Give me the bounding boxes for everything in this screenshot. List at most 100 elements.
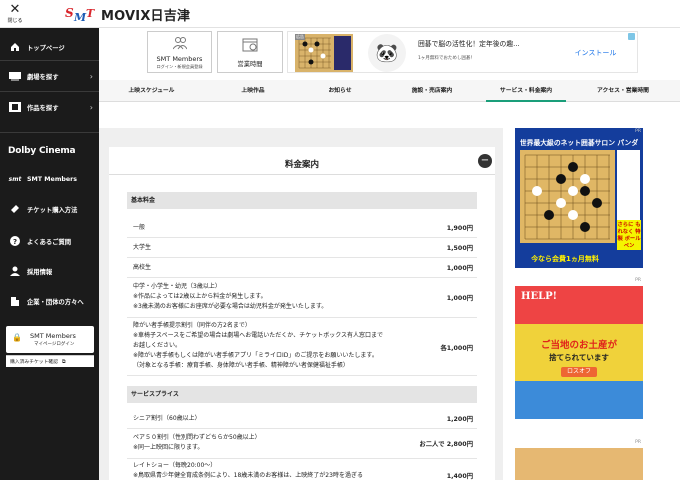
price-label: 一般	[133, 224, 146, 231]
close-icon: ✕	[9, 2, 21, 17]
sidebar-item-corporate[interactable]: 企業・団体の方々へ	[0, 290, 99, 312]
price-label: ペア５０割引（性別問わずどちらか50歳以上）	[133, 434, 261, 441]
price-value: お二人で 2,800円	[419, 441, 473, 448]
price-label: 大学生	[133, 244, 152, 251]
tab-service-pricing[interactable]: サービス・料金案内	[486, 80, 566, 102]
adchoices-icon[interactable]	[628, 33, 635, 40]
price-row: 障がい者手帳提示割引（同伴の方2名まで） ※車椅子スペースをご希望の場合は劇場へ…	[127, 318, 477, 376]
divider	[0, 132, 99, 133]
calendar-icon	[242, 36, 258, 55]
ticket-link-label: 購入済みチケット確認	[10, 360, 58, 365]
building-icon	[9, 295, 21, 307]
svg-text:T: T	[86, 7, 95, 20]
price-row: 一般 1,900円	[127, 218, 477, 238]
ad-headline: 囲碁で脳の活性化！定年後の趣...	[418, 40, 520, 48]
close-label: 閉じる	[7, 18, 23, 24]
tab-films[interactable]: 上映作品	[204, 80, 302, 102]
sidebar-item-faq[interactable]: ? よくあるご質問	[0, 230, 99, 252]
smt-icon: smt	[8, 175, 22, 183]
right-ad-third[interactable]: PR	[515, 439, 643, 480]
tab-access[interactable]: アクセス・営業時間	[566, 80, 680, 102]
hours-banner[interactable]: 営業時間	[217, 31, 283, 73]
panda-icon: 🐼	[368, 34, 406, 72]
ad-footer: 今なら会費1ヵ月無料	[531, 255, 599, 263]
sidebar-item-label: チケット購入方法	[27, 206, 78, 214]
price-value: 1,500円	[446, 245, 473, 252]
sidebar-item-label: 作品を探す	[27, 104, 59, 112]
tab-news[interactable]: お知らせ	[302, 80, 378, 102]
svg-text:S: S	[65, 6, 74, 20]
ad-pr-label: PR	[635, 129, 641, 134]
price-note: ※作品によっては2歳以上から料金が発生します。	[133, 293, 267, 300]
rosoff-logo: ロスオフ	[561, 367, 597, 377]
sidebar-item-ticket-guide[interactable]: チケット購入方法	[0, 198, 99, 220]
dolby-cinema-link[interactable]: Dolby Cinema	[8, 146, 76, 156]
members-box-subtitle: マイページログイン	[34, 342, 75, 347]
divider	[109, 174, 495, 175]
install-button[interactable]: インストール	[558, 40, 633, 66]
smt-logo[interactable]: S M T	[63, 3, 97, 23]
price-note: ※鳥取県青少年健全育成条例により、18歳未満のお客様は、上映終了が23時を過ぎる	[133, 472, 363, 479]
collapse-button[interactable]: −	[478, 154, 492, 168]
right-ad-go[interactable]: PR 世界最大級のネット囲碁サロン パンダネット さらに もれなく 特製 ボール…	[515, 128, 643, 268]
pricing-title: 料金案内	[284, 160, 319, 170]
price-value: 各1,000円	[440, 345, 473, 352]
tab-schedule[interactable]: 上映スケジュール	[99, 80, 204, 102]
person-icon	[9, 265, 21, 277]
price-note: ※車椅子スペースをご希望の場合は劇場へお電話いただくか、チケットボックス有人窓口…	[133, 332, 384, 339]
ticket-icon	[9, 203, 21, 215]
svg-text:?: ?	[13, 238, 17, 246]
help-text: HELP!	[521, 291, 558, 302]
price-row: 中学・小学生・幼児（3歳以上） ※作品によっては2歳以上から料金が発生します。 …	[127, 278, 477, 318]
ad-image	[515, 448, 643, 480]
price-note: お越しください。	[133, 342, 182, 349]
external-link-icon: ⧉	[61, 358, 66, 365]
sidebar-item-theater[interactable]: 劇場を探す ›	[0, 61, 99, 91]
price-row: 高校生 1,000円	[127, 258, 477, 278]
price-row: シニア割引（60歳以上） 1,200円	[127, 409, 477, 429]
members-banner[interactable]: SMT Members ログイン・新規会員登録	[147, 31, 212, 73]
members-banner-title: SMT Members	[156, 55, 203, 63]
price-label: 中学・小学生・幼児（3歳以上）	[133, 283, 221, 290]
pen-promo: さらに もれなく 特製 ボールペン	[617, 220, 641, 250]
price-label: 高校生	[133, 264, 152, 271]
tab-facilities[interactable]: 施設・売店案内	[378, 80, 486, 102]
right-ad-souvenir[interactable]: PR HELP! ご当地のお土産が 捨てられています ロスオフ	[515, 277, 643, 419]
price-note: ※障がい者手帳もしくは障がい者手帳アプリ「ミライロID」のご提示をお願いいたしま…	[133, 352, 378, 359]
close-button[interactable]: ✕ 閉じる	[6, 3, 24, 25]
page-title: MOVIX日吉津	[101, 9, 191, 24]
price-row: レイトショー（毎晩20:00～） ※鳥取県青少年健全育成条例により、18歳未満の…	[127, 459, 477, 480]
members-box-title: SMT Members	[30, 332, 76, 340]
sidebar-item-top[interactable]: トップページ	[0, 34, 99, 60]
top-header: ✕ 閉じる S M T MOVIX日吉津	[0, 0, 680, 28]
price-note: ※同一上映回に限ります。	[133, 444, 204, 451]
price-label: シニア割引（60歳以上）	[133, 415, 201, 422]
price-label: 障がい者手帳提示割引（同伴の方2名まで）	[133, 322, 251, 329]
top-advertisement[interactable]: 広告 🐼 囲碁で脳の活性化！定年後の趣... 1ヶ月無料でおためし囲碁！ インス…	[287, 31, 638, 73]
go-board-image	[520, 150, 615, 243]
members-banner-subtitle: ログイン・新規会員登録	[156, 64, 203, 69]
price-note: ※3歳未満のお客様にお座席が必要な場合は幼児料金が発生いたします。	[133, 303, 328, 310]
price-note: （対象となる手帳：療育手帳、身体障がい者手帳、精神障がい者保健福祉手帳）	[133, 362, 349, 369]
purchased-ticket-link[interactable]: 購入済みチケット確認 ⧉	[6, 355, 94, 367]
ad-subheadline: 捨てられています	[549, 353, 609, 362]
price-value: 1,000円	[446, 295, 473, 302]
members-icon	[172, 36, 188, 53]
members-login-box[interactable]: 🔒 SMT Members マイページログイン	[6, 326, 94, 353]
price-label: レイトショー（毎晩20:00～）	[133, 462, 217, 469]
ad-pr-label: PR	[635, 440, 641, 445]
page-tabs: 上映スケジュール 上映作品 お知らせ 施設・売店案内 サービス・料金案内 アクセ…	[99, 80, 680, 102]
ad-pr-bar: PR	[515, 277, 643, 286]
price-value: 1,200円	[446, 416, 473, 423]
go-board-image: 広告	[295, 34, 353, 72]
film-icon	[9, 101, 21, 113]
sidebar-item-label: 劇場を探す	[27, 73, 59, 81]
price-row: 大学生 1,500円	[127, 238, 477, 258]
sidebar-item-recruit[interactable]: 採用情報	[0, 260, 99, 282]
sidebar-item-smt-members[interactable]: smt SMT Members	[0, 168, 99, 190]
main-content: 料金案内 − 基本料金 一般 1,900円 大学生 1,500円 高校生 1,0…	[99, 128, 503, 480]
chevron-right-icon: ›	[89, 71, 93, 81]
sidebar-item-works[interactable]: 作品を探す ›	[0, 92, 99, 122]
price-value: 1,400円	[446, 473, 473, 480]
ad-headline: ご当地のお土産が	[540, 340, 617, 351]
